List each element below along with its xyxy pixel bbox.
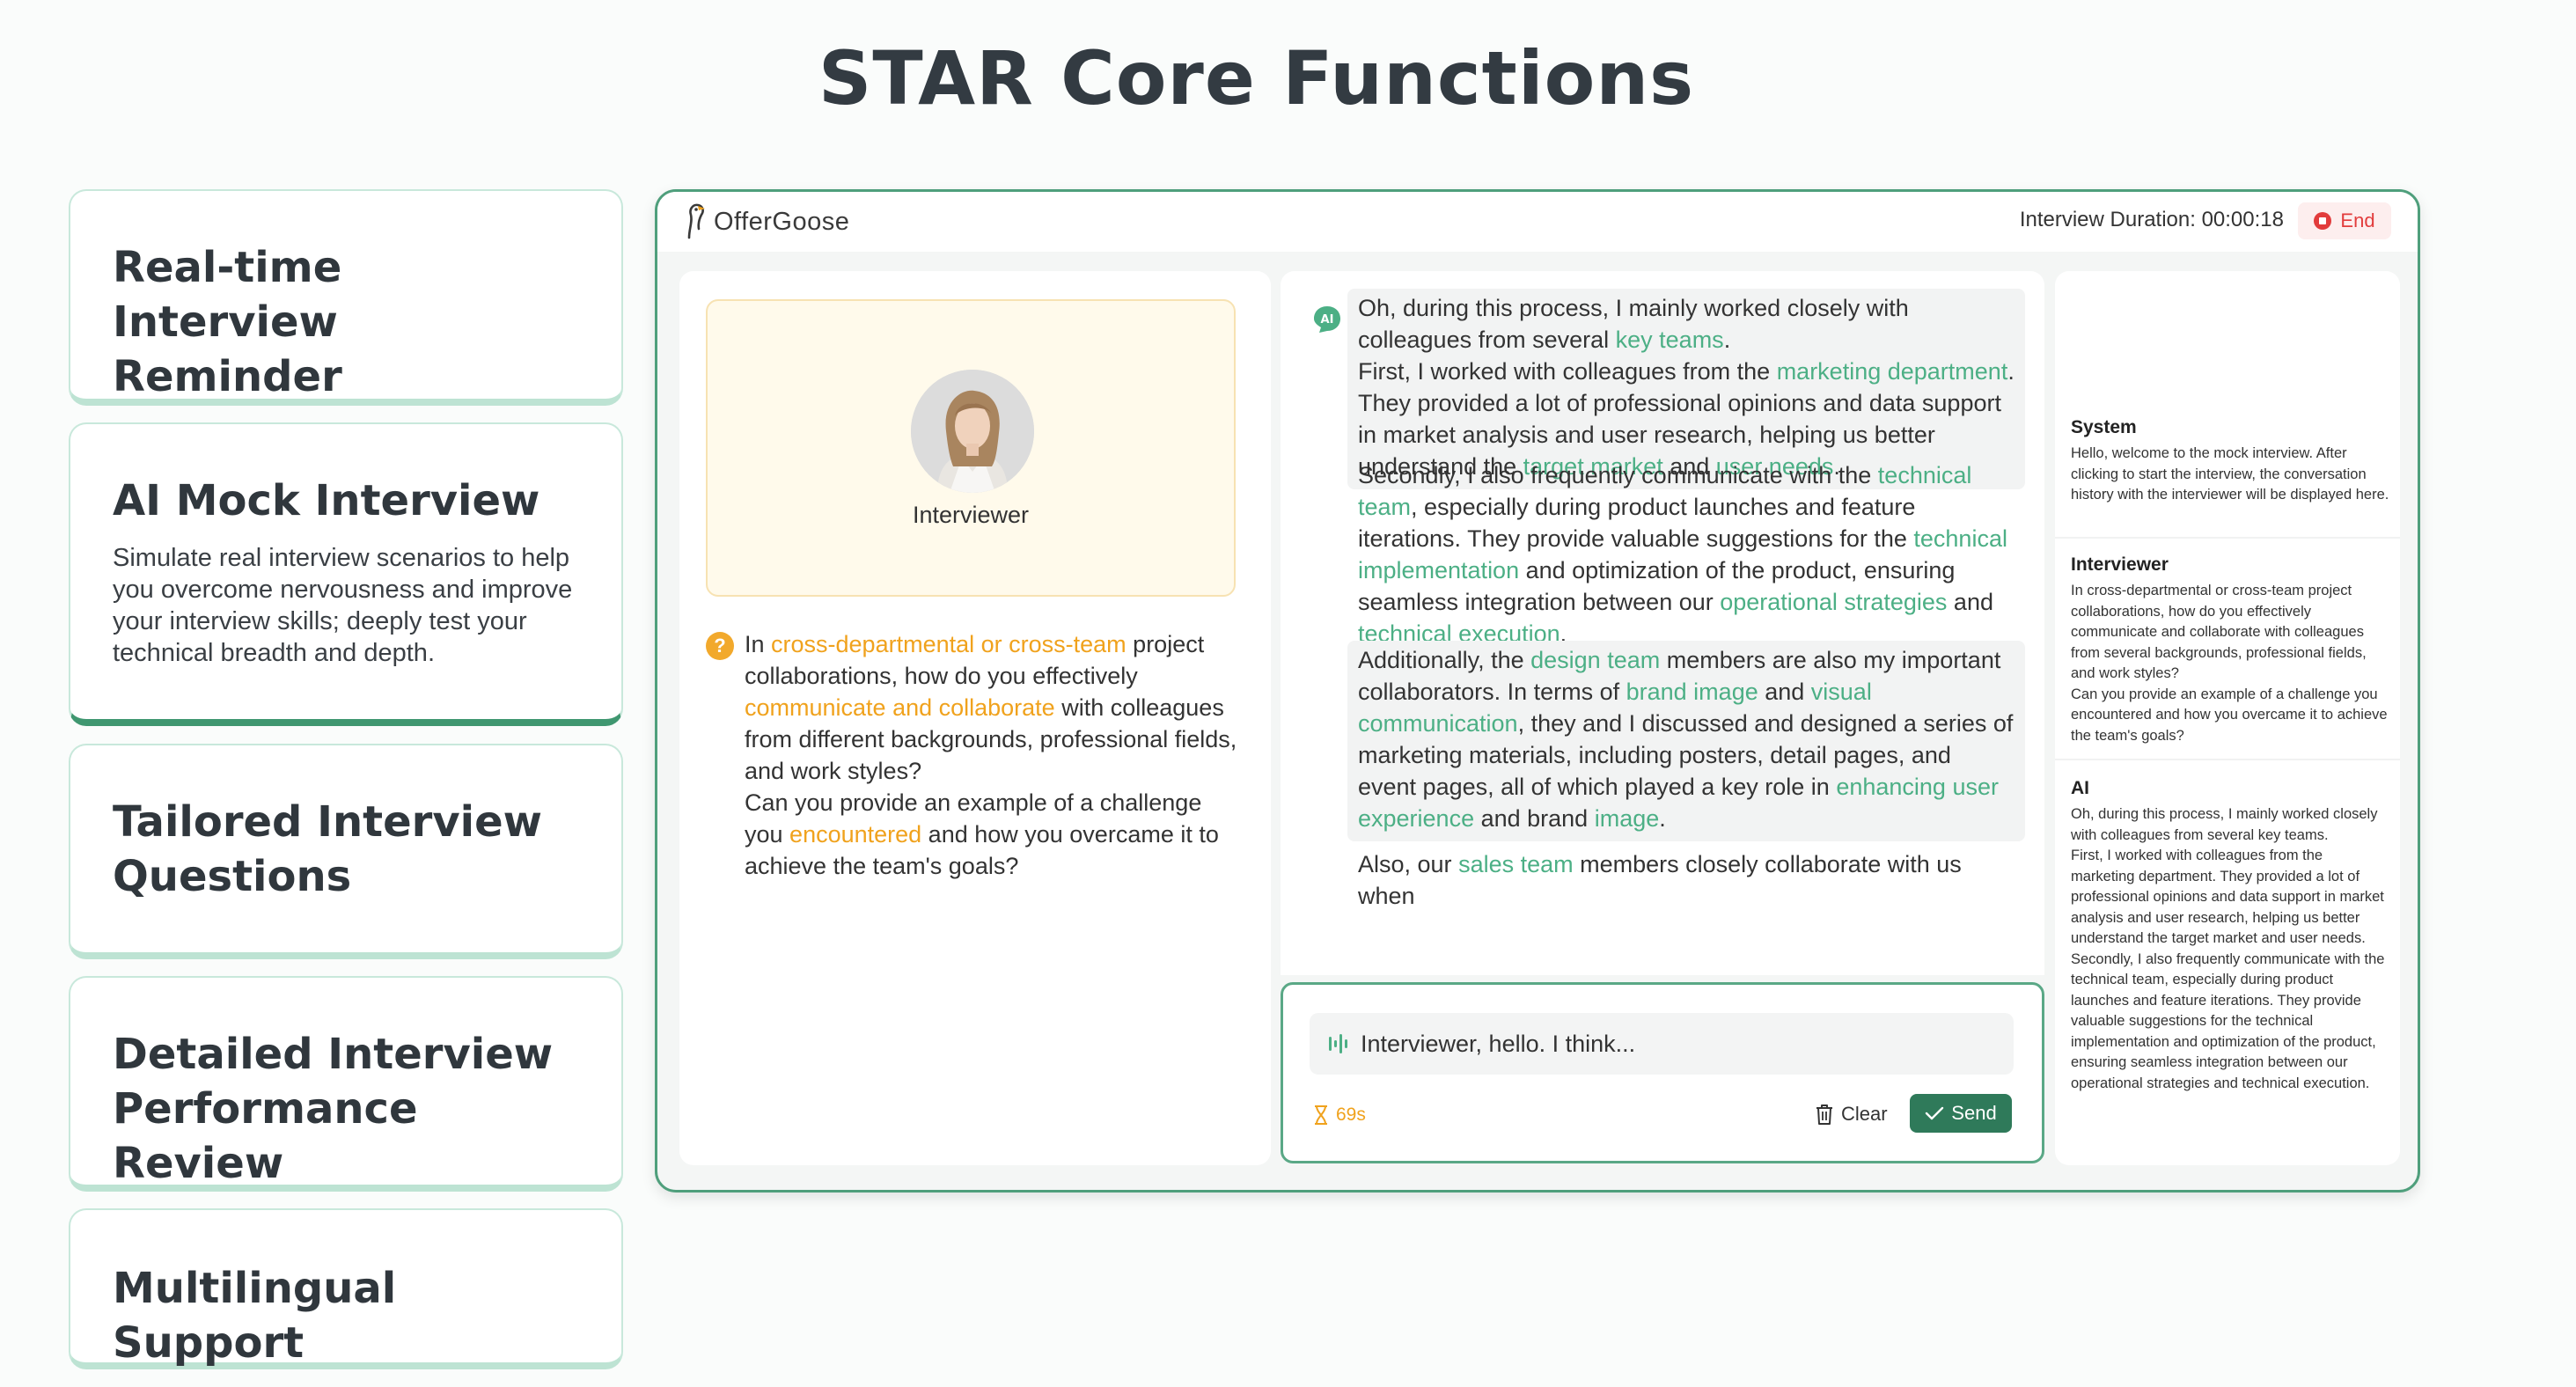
highlight-keyword: technical team [1358, 462, 1972, 520]
highlight-keyword: sales team [1458, 851, 1574, 877]
feature-description: Simulate real interview scenarios to hel… [113, 544, 573, 667]
highlight-keyword: brand image [1626, 679, 1758, 705]
interview-question: In cross-departmental or cross-team proj… [745, 631, 1237, 879]
history-divider [2055, 537, 2400, 539]
feature-card-multilingual[interactable]: Multilingual Support [69, 1208, 623, 1369]
logo: OfferGoose [684, 202, 849, 241]
highlight-keyword: enhancing user experience [1358, 774, 1999, 832]
answer-input-panel: 69s Clear Send [1281, 982, 2044, 1163]
feature-card-realtime-reminder[interactable]: Real-time Interview Reminder [69, 189, 623, 406]
end-interview-button[interactable]: End [2298, 202, 2391, 239]
answer-block: Additionally, the design team members ar… [1347, 641, 2025, 841]
feature-title: Real-time Interview Reminder [113, 243, 342, 401]
goose-logo-icon [687, 203, 705, 239]
highlight-keyword: image [1594, 805, 1660, 832]
highlight-keyword: encountered [789, 821, 922, 848]
page-title: STAR Core Functions [818, 35, 1695, 121]
highlight-keyword: communicate and collaborate [745, 694, 1055, 721]
interviewer-card: Interviewer [706, 299, 1236, 597]
interviewer-avatar [911, 370, 1034, 493]
logo-text: OfferGoose [714, 207, 850, 236]
interviewer-panel: Interviewer ? In cross-departmental or c… [679, 271, 1271, 1165]
history-role: Interviewer [2071, 554, 2169, 575]
history-role: AI [2071, 778, 2089, 798]
check-icon [1926, 1106, 1944, 1120]
highlight-keyword: marketing department [1776, 358, 2008, 385]
feature-card-tailored-questions[interactable]: Tailored Interview Questions [69, 744, 623, 959]
history-text: Oh, during this process, I mainly worked… [2071, 806, 2385, 1091]
highlight-keyword: visual communication [1358, 679, 1872, 737]
page: STAR Core Functions Real-time Interview … [0, 0, 2576, 1387]
history-item-interviewer: Interviewer In cross-departmental or cro… [2071, 554, 2389, 746]
feature-card-performance-review[interactable]: Detailed Interview Performance Review [69, 976, 623, 1192]
history-item-system: System Hello, welcome to the mock interv… [2071, 417, 2389, 506]
answer-block: Also, our sales team members closely col… [1358, 851, 1962, 909]
clear-label: Clear [1841, 1103, 1888, 1125]
feature-card-ai-mock-interview[interactable]: AI Mock Interview Simulate real intervie… [69, 422, 623, 726]
feature-title: AI Mock Interview [113, 476, 540, 525]
answer-block: Secondly, I also frequently communicate … [1358, 462, 2007, 647]
highlight-keyword: operational strategies [1720, 589, 1948, 615]
interviewer-portrait-icon [911, 370, 1034, 493]
feature-title: Detailed Interview Performance Review [113, 1030, 554, 1188]
end-button-label: End [2340, 209, 2375, 231]
app-header: OfferGoose Interview Duration: 00:00:18 … [657, 192, 2418, 252]
history-role: System [2071, 417, 2137, 437]
history-text: In cross-departmental or cross-team proj… [2071, 583, 2388, 744]
timer-value: 69s [1336, 1104, 1366, 1125]
hourglass-icon [1315, 1105, 1327, 1125]
trash-icon [1816, 1104, 1832, 1125]
question-icon: ? [706, 632, 734, 660]
highlight-keyword: design team [1530, 647, 1661, 673]
highlight-keyword: cross-departmental or cross-team [771, 631, 1127, 657]
stop-icon [2314, 212, 2332, 230]
feature-title: Multilingual Support [113, 1264, 397, 1368]
highlight-keyword: key teams [1615, 327, 1724, 353]
feature-title: Tailored Interview Questions [113, 797, 542, 901]
answer-input[interactable] [1361, 1030, 1977, 1058]
ai-badge-icon: AI [1314, 306, 1340, 333]
send-label: Send [1951, 1102, 1997, 1124]
clear-button[interactable]: Clear [1815, 1096, 1888, 1133]
conversation-history-panel: System Hello, welcome to the mock interv… [2055, 271, 2400, 1165]
history-divider [2055, 759, 2400, 760]
history-item-ai: AI Oh, during this process, I mainly wor… [2071, 778, 2389, 1094]
mock-interview-window: OfferGoose Interview Duration: 00:00:18 … [655, 189, 2420, 1193]
interviewer-label: Interviewer [912, 502, 1030, 528]
answer-panel: AI Oh, during this process, I mainly wor… [1281, 271, 2044, 975]
interview-duration: Interview Duration: 00:00:18 [2019, 208, 2284, 231]
history-text: Hello, welcome to the mock interview. Af… [2071, 445, 2389, 503]
highlight-keyword: technical implementation [1358, 525, 2007, 583]
svg-text:AI: AI [1321, 313, 1334, 327]
send-button[interactable]: Send [1910, 1094, 2012, 1133]
answer-timer: 69s [1313, 1104, 1366, 1126]
answer-input-box[interactable] [1310, 1013, 2014, 1075]
voice-wave-icon [1329, 1034, 1347, 1053]
